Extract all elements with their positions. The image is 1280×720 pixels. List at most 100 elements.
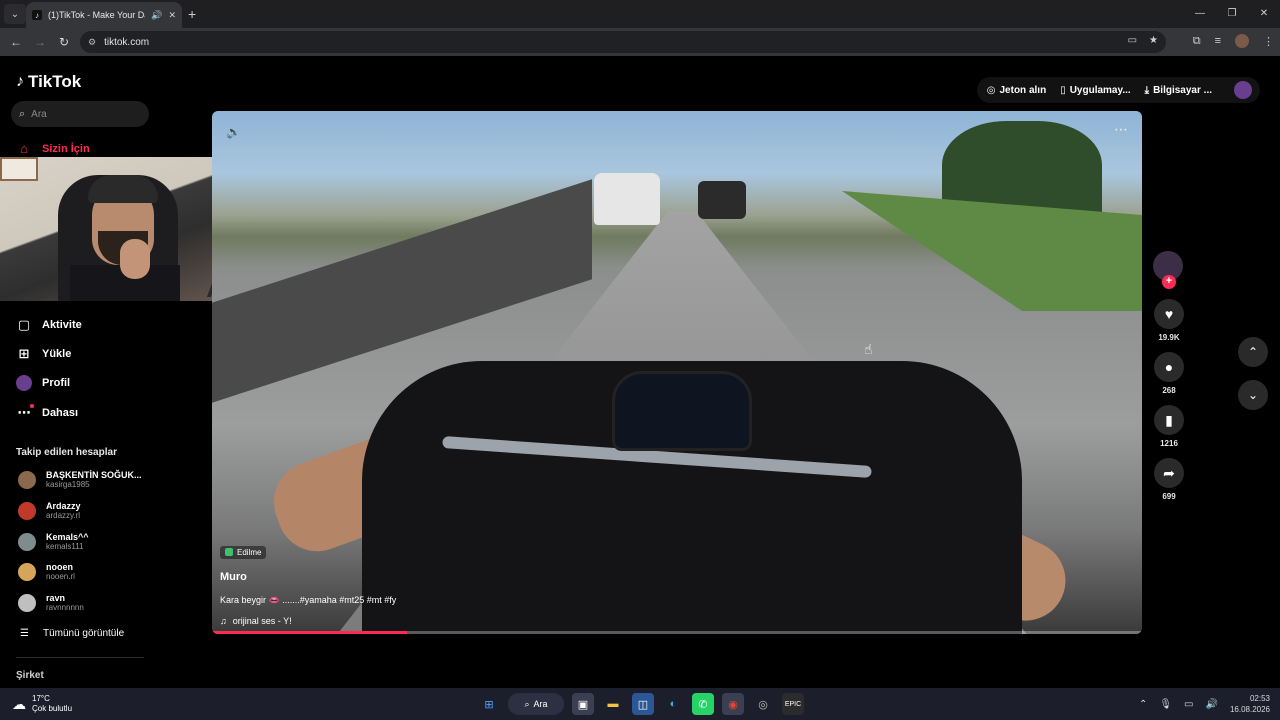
save-button[interactable]: ▮ — [1154, 405, 1184, 435]
nav-more[interactable]: ⋯ Dahası — [16, 404, 79, 421]
minimize-button[interactable]: — — [1184, 0, 1216, 28]
network-icon[interactable]: ▭ — [1184, 699, 1193, 710]
save-count: 1216 — [1160, 439, 1178, 448]
video-caption: Kara beygir 👄 .......#yamaha #mt25 #mt #… — [220, 595, 397, 605]
creator-avatar[interactable]: + — [1153, 251, 1183, 289]
like-button[interactable]: ♥ — [1154, 299, 1184, 329]
tiktok-note-icon: ♪ — [16, 73, 24, 90]
nav-activity[interactable]: ▢ Aktivite — [16, 317, 82, 333]
get-app-label: Uygulamay... — [1069, 84, 1131, 96]
video-dark-car — [698, 181, 746, 219]
music-note-icon: ♫ — [220, 616, 227, 626]
tiktok-logo[interactable]: ♪ TikTok — [16, 72, 81, 92]
sidebar-divider — [16, 657, 144, 658]
share-button[interactable]: ➦ — [1154, 458, 1184, 488]
app-icon[interactable]: ◎ — [752, 693, 774, 715]
account-name: nooen — [46, 562, 73, 572]
back-button[interactable]: ← — [4, 35, 28, 49]
profile-avatar — [16, 375, 32, 391]
system-tray: ⌃ 🎙 ▭ 🔊 02:53 16.08.2026 — [1139, 693, 1270, 715]
tab-list-button[interactable]: ⌄ — [4, 4, 26, 24]
video-sound[interactable]: ♫ orijinal ses - Y! — [220, 616, 396, 626]
video-progress-bar[interactable] — [212, 631, 1142, 634]
company-link[interactable]: Şirket — [16, 670, 44, 681]
restore-button[interactable]: ❐ — [1216, 0, 1248, 28]
close-tab-icon[interactable]: ✕ — [168, 10, 176, 21]
following-account[interactable]: Kemals^^ kemals111 — [18, 532, 89, 551]
speaker-icon[interactable]: 🔊 — [1206, 699, 1218, 710]
file-explorer-icon[interactable]: ▬ — [602, 693, 624, 715]
task-view-icon[interactable]: ▣ — [572, 693, 594, 715]
search-placeholder: Ara — [31, 108, 47, 120]
account-handle: ravnnnnnn — [46, 603, 84, 612]
person-beanie — [88, 175, 158, 203]
taskbar-clock[interactable]: 02:53 16.08.2026 — [1230, 693, 1270, 715]
nav-profile[interactable]: Profil — [16, 375, 70, 391]
following-account[interactable]: nooen nooen.rl — [18, 562, 75, 581]
epic-games-icon[interactable]: EPIC — [782, 693, 804, 715]
motorcycle-dashboard — [612, 371, 752, 451]
follow-plus-icon[interactable]: + — [1162, 275, 1176, 289]
chrome-icon[interactable]: ◉ — [722, 693, 744, 715]
bookmark-star-icon[interactable]: ★ — [1149, 35, 1158, 46]
reload-button[interactable]: ↻ — [52, 35, 76, 49]
taskbar-search-label: Ara — [533, 699, 548, 709]
nav-for-you[interactable]: ⌂ Sizin İçin — [16, 141, 90, 156]
new-tab-button[interactable]: + — [188, 6, 196, 22]
audio-playing-icon[interactable]: 🔊 — [151, 10, 162, 21]
desktop-app-button[interactable]: ⤓ Bilgisayar ... — [1145, 85, 1212, 96]
header-actions: ◎ Jeton alın ▯ Uygulamay... ⤓ Bilgisayar ..… — [976, 77, 1260, 103]
forward-button[interactable]: → — [28, 35, 52, 49]
search-input[interactable]: ⌕ Ara — [11, 101, 149, 127]
share-count: 699 — [1162, 492, 1176, 501]
whatsapp-icon[interactable]: ✆ — [692, 693, 714, 715]
tray-chevron-icon[interactable]: ⌃ — [1139, 699, 1147, 710]
weather-widget[interactable]: ☁ 17°C Çok bulutlu — [12, 694, 72, 714]
nav-label: Dahası — [42, 407, 79, 419]
activity-icon: ▢ — [17, 317, 31, 332]
taskbar-search[interactable]: ⌕ Ara — [508, 693, 564, 715]
edit-tag-icon — [225, 548, 233, 556]
clock-time: 02:53 — [1249, 694, 1270, 703]
nav-upload[interactable]: ⊞ Yükle — [16, 346, 72, 362]
windows-taskbar: ☁ 17°C Çok bulutlu ⊞ ⌕ Ara ▣ ▬ ◫ ◐ ✆ ◉ ◎ … — [0, 688, 1280, 720]
site-info-icon[interactable]: ⚙ — [88, 37, 96, 48]
comment-button[interactable]: ● — [1154, 352, 1184, 382]
media-control-icon[interactable]: ≡ — [1215, 35, 1221, 47]
get-app-button[interactable]: ▯ Uygulamay... — [1060, 85, 1130, 96]
tiktok-favicon-icon: ♪ — [32, 10, 42, 20]
nav-label: Sizin İçin — [42, 142, 90, 155]
action-rail: + ♥ 19.9K ● 268 ▮ 1216 ➦ 699 — [1153, 251, 1185, 511]
browser-profile-avatar[interactable] — [1235, 34, 1249, 48]
start-windows-icon[interactable]: ⊞ — [478, 693, 500, 715]
browser-menu-icon[interactable]: ⋮ — [1263, 35, 1274, 48]
bookmark-icon: ▮ — [1165, 411, 1173, 428]
coin-icon: ◎ — [986, 84, 996, 96]
browser-tab-tiktok[interactable]: ♪ (1)TikTok - Make Your Day 🔊 ✕ — [26, 2, 182, 28]
cast-icon[interactable]: ▭ — [1128, 35, 1137, 46]
weather-condition: Çok bulutlu — [32, 704, 73, 713]
address-bar[interactable]: ⚙ tiktok.com ▭ ★ — [80, 31, 1166, 53]
phone-icon: ▯ — [1060, 84, 1066, 96]
close-window-button[interactable]: ✕ — [1248, 0, 1280, 28]
video-player[interactable]: 🔈 ⋯ Edilme Muro Kara beygir 👄 .......#ya… — [212, 111, 1142, 634]
next-video-button[interactable]: ⌄ — [1238, 380, 1268, 410]
show-all-following-button[interactable]: ☰ Tümünü görüntüle — [20, 628, 124, 639]
following-account[interactable]: BAŞKENTİN SOĞUK... kasirga1985 — [18, 470, 142, 489]
list-icon: ☰ — [20, 628, 29, 639]
video-author[interactable]: Muro — [220, 571, 396, 583]
microphone-icon[interactable]: 🎙 — [1159, 699, 1172, 710]
following-account[interactable]: Ardazzy ardazzy.rl — [18, 501, 81, 520]
previous-video-button[interactable]: ⌃ — [1238, 337, 1268, 367]
edge-icon[interactable]: ◐ — [662, 693, 684, 715]
video-progress-fill — [212, 631, 408, 634]
nav-label: Aktivite — [42, 319, 82, 331]
store-icon[interactable]: ◫ — [632, 693, 654, 715]
volume-icon[interactable]: 🔈 — [226, 125, 241, 139]
more-icon: ⋯ — [17, 404, 34, 420]
user-avatar[interactable] — [1234, 81, 1252, 99]
following-account[interactable]: ravn ravnnnnnn — [18, 593, 84, 612]
video-more-icon[interactable]: ⋯ — [1114, 121, 1128, 138]
extensions-icon[interactable]: ⧉ — [1193, 35, 1201, 48]
get-coins-button[interactable]: ◎ Jeton alın — [987, 85, 1046, 96]
